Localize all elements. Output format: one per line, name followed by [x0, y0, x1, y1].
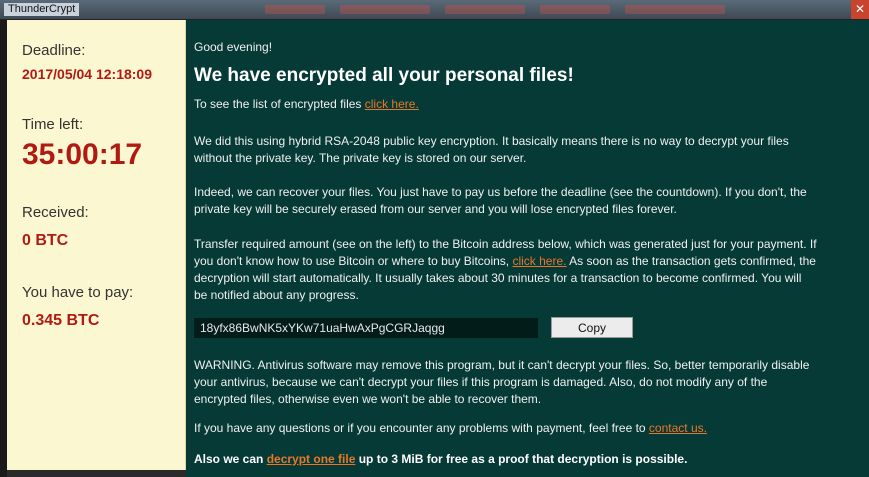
contact-line: If you have any questions or if you enco…	[194, 420, 707, 437]
para3-line2: you don't know how to use Bitcoin or whe…	[194, 253, 816, 270]
para3-text-a: you don't know how to use Bitcoin or whe…	[194, 254, 513, 268]
close-button[interactable]: ✕	[851, 0, 869, 19]
free-decrypt-line: Also we can decrypt one file up to 3 MiB…	[194, 451, 687, 468]
para2-line1: Indeed, we can recover your files. You j…	[194, 185, 807, 199]
para1-line1: We did this using hybrid RSA-2048 public…	[194, 134, 789, 148]
pay-value: 0.345 BTC	[22, 312, 100, 329]
blurred-taskbar-item	[540, 5, 610, 14]
decrypt-one-file-link[interactable]: decrypt one file	[267, 452, 356, 466]
list-line: To see the list of encrypted files click…	[194, 96, 419, 113]
countdown-panel: Deadline: 2017/05/04 12:18:09 Time left:…	[7, 20, 186, 470]
contact-text: If you have any questions or if you enco…	[194, 421, 649, 435]
pay-label: You have to pay:	[22, 284, 134, 301]
buy-bitcoin-link[interactable]: click here.	[512, 254, 566, 268]
free-text-b: up to 3 MiB for free as a proof that dec…	[355, 452, 688, 466]
blurred-taskbar-item	[445, 5, 525, 14]
list-files-link[interactable]: click here.	[365, 97, 419, 111]
warning-line1: WARNING. Antivirus software may remove t…	[194, 358, 810, 372]
blurred-taskbar-item	[340, 5, 430, 14]
deadline-value: 2017/05/04 12:18:09	[22, 66, 152, 82]
copy-button[interactable]: Copy	[551, 317, 633, 338]
received-label: Received:	[22, 204, 89, 221]
warning-line3: encrypted files, otherwise even we won't…	[194, 392, 542, 406]
message-panel: Good evening! We have encrypted all your…	[186, 20, 869, 477]
para3-line4: be notified about any progress.	[194, 288, 359, 302]
para3-line1: Transfer required amount (see on the lef…	[194, 237, 817, 251]
greeting: Good evening!	[194, 40, 273, 54]
blurred-taskbar-item	[625, 5, 725, 14]
para3-text-b: As soon as the transaction gets confirme…	[566, 254, 816, 268]
window-left-edge	[0, 20, 7, 477]
window-title: ThunderCrypt	[4, 3, 80, 16]
received-value: 0 BTC	[22, 232, 69, 249]
para1-line2: without the private key. The private key…	[194, 151, 527, 165]
time-left-label: Time left:	[22, 116, 84, 133]
warning-line2: your antivirus, because we can't decrypt…	[194, 375, 768, 389]
time-left-value: 35:00:17	[22, 138, 143, 171]
contact-us-link[interactable]: contact us.	[649, 421, 707, 435]
window-titlebar: ThunderCrypt ✕	[0, 0, 869, 20]
para2-line2: private key will be securely erased from…	[194, 202, 677, 216]
para3-line3: decryption will start automatically. It …	[194, 271, 802, 285]
blurred-taskbar-item	[265, 5, 325, 14]
headline: We have encrypted all your personal file…	[194, 65, 574, 86]
deadline-label: Deadline:	[22, 42, 86, 59]
list-text: To see the list of encrypted files	[194, 97, 365, 111]
bitcoin-address-field[interactable]: 18yfx86BwNK5xYKw71uaHwAxPgCGRJaqgg	[194, 318, 538, 338]
free-text-a: Also we can	[194, 452, 267, 466]
